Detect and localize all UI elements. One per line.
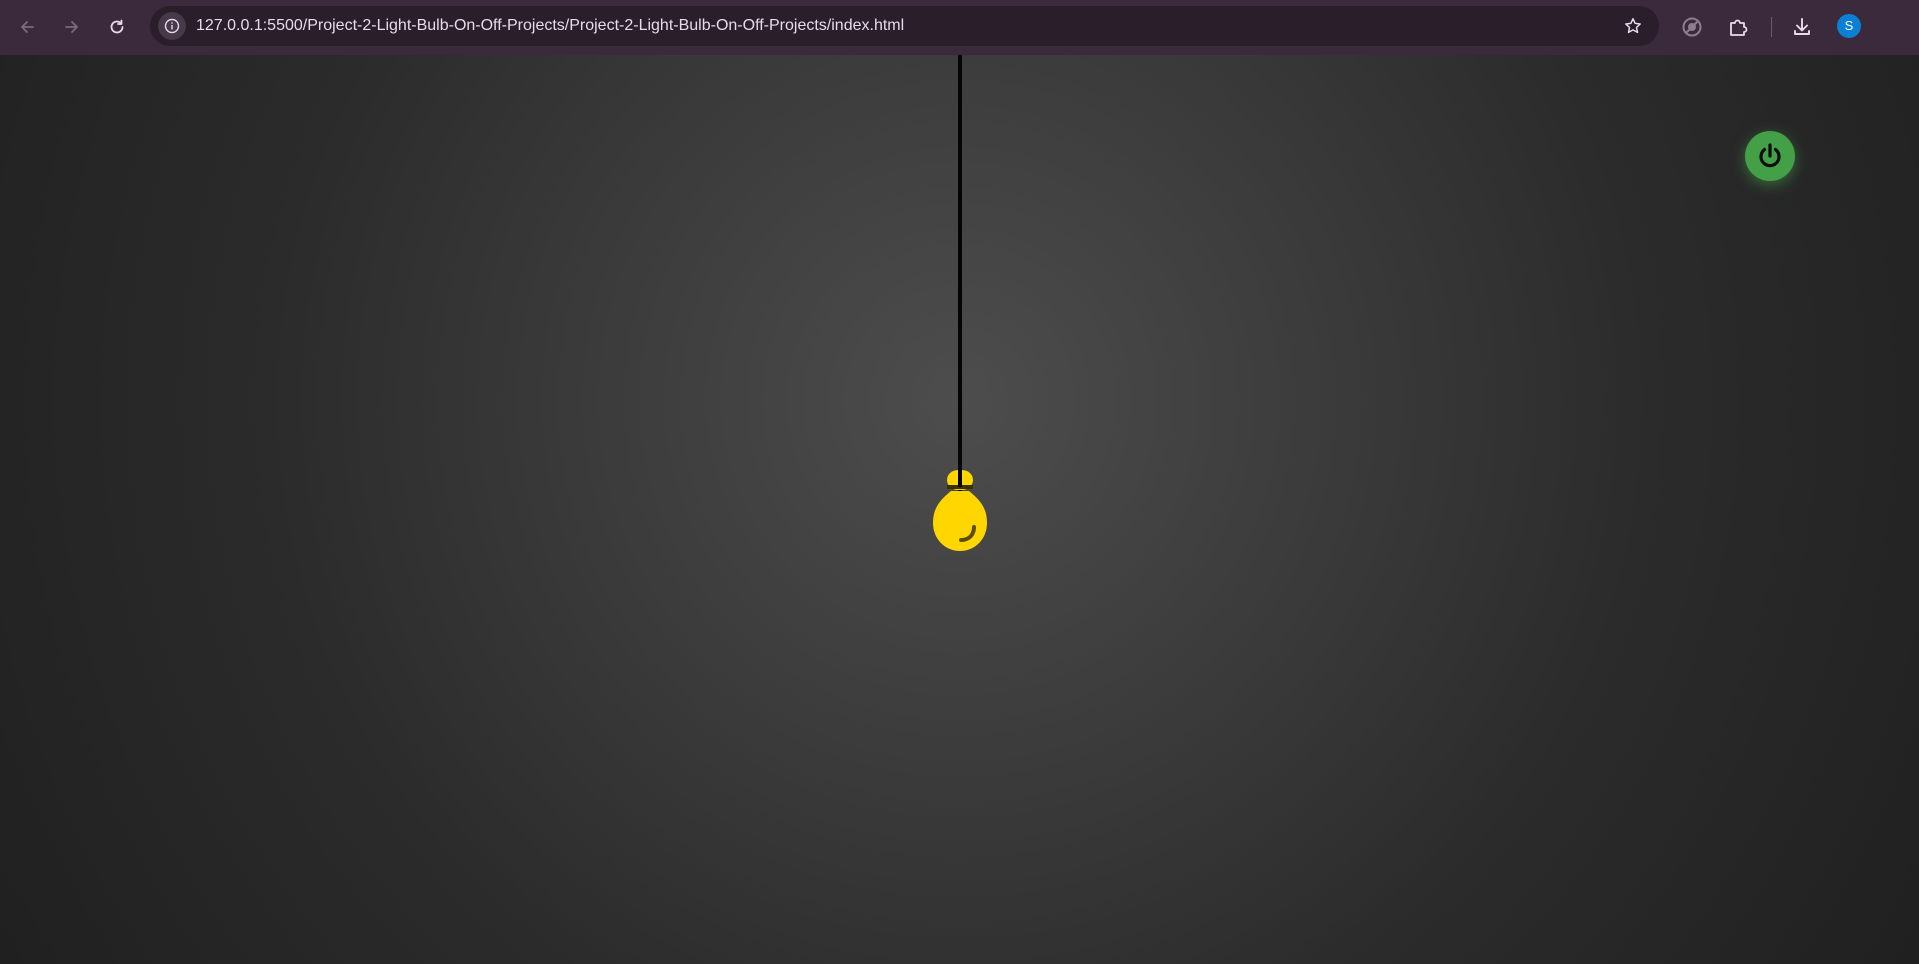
power-icon (1759, 143, 1781, 168)
info-icon (164, 18, 180, 34)
extensions-button[interactable] (1723, 12, 1753, 42)
toolbar-divider (1771, 17, 1772, 37)
shield-off-icon (1682, 17, 1702, 37)
bulb-glass (933, 491, 987, 551)
address-bar[interactable]: 127.0.0.1:5500/Project-2-Light-Bulb-On-O… (150, 6, 1659, 46)
bulb-cord (958, 55, 962, 495)
bookmark-button[interactable] (1621, 14, 1645, 38)
power-button[interactable] (1745, 131, 1795, 181)
downloads-button[interactable] (1787, 12, 1817, 42)
site-info-button[interactable] (158, 12, 186, 40)
forward-button[interactable] (57, 12, 87, 42)
reload-button[interactable] (102, 12, 132, 42)
bulb-cord-end (958, 470, 962, 487)
reload-icon (110, 19, 124, 34)
page-viewport (0, 55, 1919, 964)
lightbulb-icon (933, 470, 987, 551)
url-text[interactable]: 127.0.0.1:5500/Project-2-Light-Bulb-On-O… (196, 6, 904, 46)
star-icon (1625, 18, 1641, 34)
vpn-button[interactable] (1677, 12, 1707, 42)
light-bulb[interactable] (930, 470, 990, 560)
puzzle-icon (1730, 19, 1748, 36)
arrow-left-icon (21, 21, 34, 33)
profile-avatar[interactable]: S (1837, 14, 1861, 38)
arrow-right-icon (65, 21, 78, 33)
browser-toolbar: 127.0.0.1:5500/Project-2-Light-Bulb-On-O… (0, 0, 1919, 55)
back-button[interactable] (12, 12, 42, 42)
download-icon (1794, 18, 1810, 35)
